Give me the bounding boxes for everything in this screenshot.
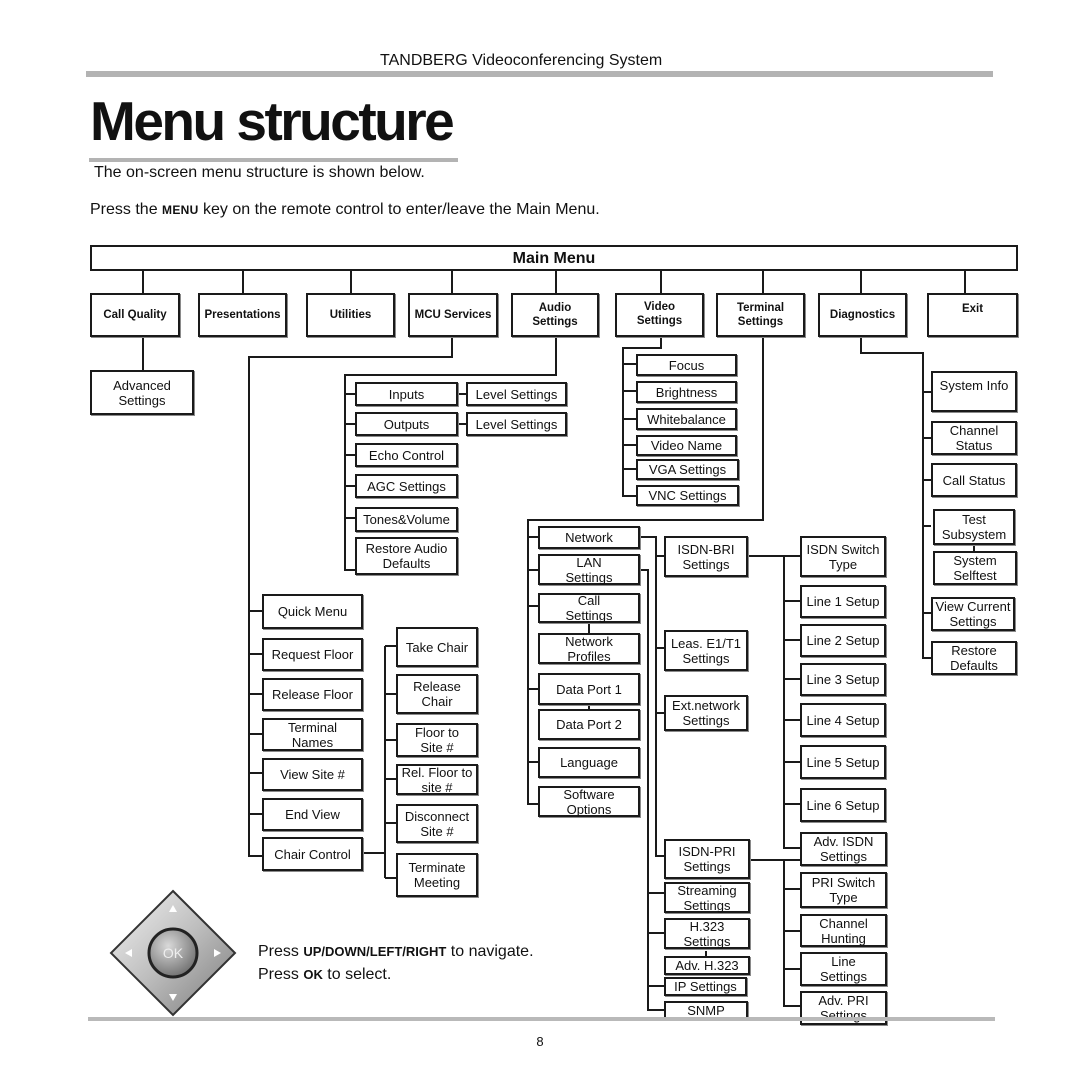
menu-leased-e1t1-settings: Leas. E1/T1 Settings — [664, 630, 748, 671]
menu-isdn-switch-type: ISDN Switch Type — [800, 536, 886, 577]
menu-h323-settings: H.323 Settings — [664, 918, 750, 949]
menu-line-5-setup: Line 5 Setup — [800, 745, 886, 779]
menu-call-quality: Call Quality — [90, 293, 180, 337]
menu-view-site: View Site # — [262, 758, 363, 791]
menu-whitebalance: Whitebalance — [636, 408, 737, 430]
menu-ext-network-settings: Ext.network Settings — [664, 695, 748, 731]
menu-audio-settings: Audio Settings — [511, 293, 599, 337]
menu-streaming-settings: Streaming Settings — [664, 882, 750, 913]
page-number: 8 — [536, 1034, 544, 1049]
main-menu-label: Main Menu — [512, 249, 596, 267]
menu-audio-outputs: Outputs — [355, 412, 458, 436]
main-menu-root: Main Menu — [90, 245, 1018, 271]
navigation-help-line-1: Press Up/Down/Left/Right to navigate. — [258, 940, 534, 963]
menu-test-subsystem: Test Subsystem — [933, 509, 1015, 545]
arrow-keys-label: Up/Down/Left/Right — [303, 944, 447, 959]
menu-floor-to-site: Floor to Site # — [396, 723, 478, 757]
menu-rel-floor-to-site: Rel. Floor to site # — [396, 764, 478, 795]
menu-terminal-names: Terminal Names — [262, 718, 363, 751]
nav-line1-before: Press — [258, 943, 304, 960]
menu-end-view: End View — [262, 798, 363, 831]
menu-lan-settings: LAN Settings — [538, 554, 640, 585]
ok-key-label: Ok — [303, 967, 323, 982]
menu-vga-settings: VGA Settings — [636, 459, 739, 480]
menu-adv-h323: Adv. H.323 — [664, 956, 750, 975]
navigation-help: Press Up/Down/Left/Right to navigate. Pr… — [258, 940, 534, 986]
menu-inputs-level-settings: Level Settings — [466, 382, 567, 406]
menu-isdn-bri-settings: ISDN-BRI Settings — [664, 536, 748, 577]
menu-line-6-setup: Line 6 Setup — [800, 788, 886, 822]
menu-restore-defaults: Restore Defaults — [931, 641, 1017, 675]
menu-line-4-setup: Line 4 Setup — [800, 703, 886, 737]
title-underline — [89, 158, 458, 162]
instruction-after: key on the remote control to enter/leave… — [198, 201, 600, 218]
menu-release-chair: Release Chair — [396, 674, 478, 714]
menu-line-2-setup: Line 2 Setup — [800, 624, 886, 657]
nav-line2-before: Press — [258, 966, 304, 983]
menu-outputs-level-settings: Level Settings — [466, 412, 567, 436]
menu-call-settings: Call Settings — [538, 593, 640, 623]
menu-mcu-services: MCU Services — [408, 293, 498, 337]
instruction-before: Press the — [90, 201, 163, 218]
header-divider — [86, 71, 993, 77]
menu-line-settings: Line Settings — [800, 952, 887, 986]
navigation-help-line-2: Press Ok to select. — [258, 963, 534, 986]
footer-divider — [88, 1017, 995, 1021]
menu-line-3-setup: Line 3 Setup — [800, 663, 886, 696]
menu-call-status: Call Status — [931, 463, 1017, 497]
menu-video-settings: Video Settings — [615, 293, 704, 337]
menu-focus: Focus — [636, 354, 737, 376]
menu-language: Language — [538, 747, 640, 778]
menu-video-name: Video Name — [636, 435, 737, 456]
menu-utilities: Utilities — [306, 293, 395, 337]
menu-system-selftest: System Selftest — [933, 551, 1017, 585]
nav-line1-after: to navigate. — [446, 943, 534, 960]
menu-exit: Exit — [927, 293, 1018, 337]
menu-data-port-2: Data Port 2 — [538, 709, 640, 740]
menu-presentations: Presentations — [198, 293, 287, 337]
menu-chair-control: Chair Control — [262, 837, 363, 871]
menu-vnc-settings: VNC Settings — [636, 485, 739, 506]
nav-line2-after: to select. — [322, 966, 392, 983]
menu-brightness: Brightness — [636, 381, 737, 403]
menu-restore-audio-defaults: Restore Audio Defaults — [355, 537, 458, 575]
menu-request-floor: Request Floor — [262, 638, 363, 671]
intro-text: The on-screen menu structure is shown be… — [94, 164, 425, 181]
menu-channel-hunting: Channel Hunting — [800, 914, 887, 947]
menu-network-profiles: Network Profiles — [538, 633, 640, 664]
menu-adv-isdn-settings: Adv. ISDN Settings — [800, 832, 887, 866]
menu-isdn-pri-settings: ISDN-PRI Settings — [664, 839, 750, 879]
remote-control-dpad: OK — [109, 889, 237, 1017]
menu-take-chair: Take Chair — [396, 627, 478, 667]
menu-pri-switch-type: PRI Switch Type — [800, 872, 887, 908]
menu-key-label: Menu — [162, 203, 199, 217]
document-title: TANDBERG Videoconferencing System — [380, 52, 663, 69]
menu-tones-volume: Tones&Volume — [355, 507, 458, 532]
ok-label: OK — [163, 945, 184, 961]
instruction-text: Press the Menu key on the remote control… — [90, 201, 600, 219]
menu-advanced-settings: Advanced Settings — [90, 370, 194, 415]
menu-channel-status: Channel Status — [931, 421, 1017, 455]
page-title: Menu structure — [90, 90, 455, 152]
menu-quick-menu: Quick Menu — [262, 594, 363, 629]
menu-line-1-setup: Line 1 Setup — [800, 585, 886, 618]
menu-echo-control: Echo Control — [355, 443, 458, 467]
menu-network: Network — [538, 526, 640, 549]
menu-audio-inputs: Inputs — [355, 382, 458, 406]
menu-software-options: Software Options — [538, 786, 640, 817]
menu-data-port-1: Data Port 1 — [538, 673, 640, 705]
menu-disconnect-site: Disconnect Site # — [396, 804, 478, 843]
menu-system-info: System Info — [931, 371, 1017, 412]
menu-ip-settings: IP Settings — [664, 977, 747, 996]
menu-terminate-meeting: Terminate Meeting — [396, 853, 478, 897]
menu-diagnostics: Diagnostics — [818, 293, 907, 337]
menu-terminal-settings: Terminal Settings — [716, 293, 805, 337]
menu-view-current-settings: View Current Settings — [931, 597, 1015, 631]
menu-release-floor: Release Floor — [262, 678, 363, 711]
menu-agc-settings: AGC Settings — [355, 474, 458, 498]
